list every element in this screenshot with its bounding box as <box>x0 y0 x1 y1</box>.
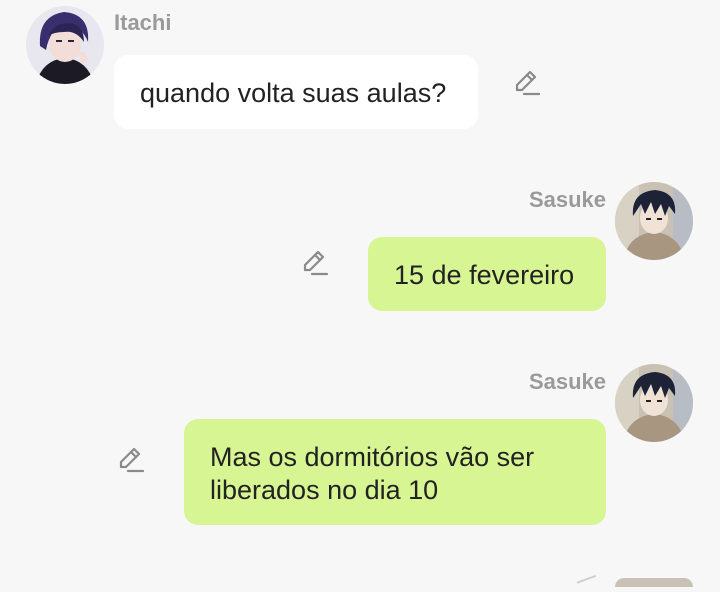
sender-name: Itachi <box>114 10 172 35</box>
sasuke-avatar <box>615 578 693 587</box>
itachi-avatar[interactable] <box>26 6 104 84</box>
next-message-partial <box>576 574 600 592</box>
sender-name: Sasuke <box>528 369 606 394</box>
chat-thread: Itachi quando volta suas aulas? Sasuke 1… <box>0 0 720 592</box>
message-bubble[interactable]: quando volta suas aulas? <box>114 55 478 129</box>
pencil-edit-icon[interactable] <box>512 68 542 98</box>
sender-name: Sasuke <box>528 187 606 212</box>
sasuke-avatar[interactable] <box>615 364 693 442</box>
pencil-edit-icon[interactable] <box>300 248 330 278</box>
message-bubble[interactable]: 15 de fevereiro <box>368 237 606 311</box>
pencil-edit-icon[interactable] <box>116 445 146 475</box>
sasuke-avatar[interactable] <box>615 182 693 260</box>
message-bubble[interactable]: Mas os dormitórios vão ser liberados no … <box>184 419 606 525</box>
